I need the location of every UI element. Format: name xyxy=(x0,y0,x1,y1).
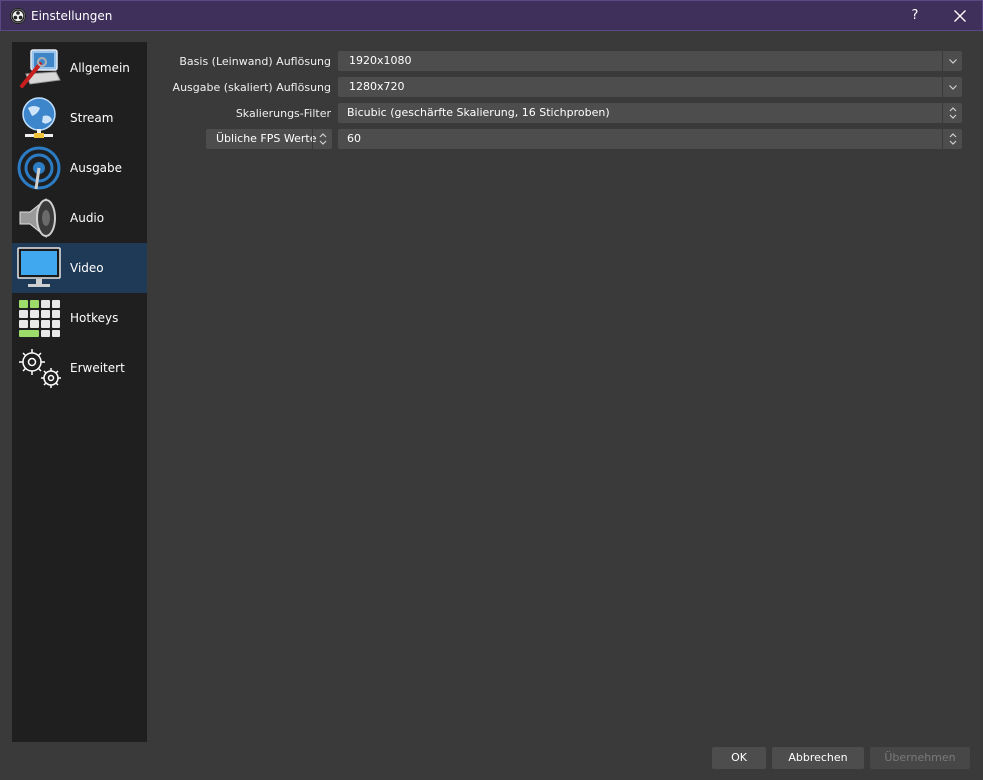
fps-type-value: Übliche FPS Werte xyxy=(216,132,317,145)
scale-filter-select[interactable]: Bicubic (geschärfte Skalierung, 16 Stich… xyxy=(338,103,962,123)
apply-button[interactable]: Übernehmen xyxy=(870,747,970,769)
monitor-icon xyxy=(16,246,62,290)
base-resolution-label: Basis (Leinwand) Auflösung xyxy=(179,55,331,68)
scale-filter-value: Bicubic (geschärfte Skalierung, 16 Stich… xyxy=(347,106,610,119)
up-down-arrows-icon xyxy=(949,107,957,119)
ok-button[interactable]: OK xyxy=(712,747,766,769)
sidebar-item-label: Audio xyxy=(70,211,105,225)
up-down-arrows-icon xyxy=(319,133,327,145)
sidebar-item-video[interactable]: Video xyxy=(12,243,147,293)
sidebar-item-label: Erweitert xyxy=(70,361,125,375)
output-resolution-label: Ausgabe (skaliert) Auflösung xyxy=(172,81,331,94)
sidebar-item-label: Video xyxy=(70,261,104,275)
settings-sidebar: Allgemein Stream Ausgabe Audio Video Hot… xyxy=(12,42,147,742)
sidebar-item-stream[interactable]: Stream xyxy=(12,93,147,143)
help-button[interactable]: ? xyxy=(901,4,929,28)
select-arrows[interactable] xyxy=(312,129,332,149)
up-down-arrows-icon xyxy=(949,133,957,145)
title-bar: Einstellungen ? xyxy=(0,0,983,31)
fps-value-select[interactable]: 60 xyxy=(338,129,962,149)
sidebar-item-general[interactable]: Allgemein xyxy=(12,43,147,93)
stream-globe-icon xyxy=(16,96,62,140)
sidebar-item-audio[interactable]: Audio xyxy=(12,193,147,243)
scale-filter-label: Skalierungs-Filter xyxy=(235,107,331,120)
sidebar-item-label: Hotkeys xyxy=(70,311,119,325)
cancel-button[interactable]: Abbrechen xyxy=(772,747,864,769)
close-icon xyxy=(954,10,966,22)
dropdown-arrow[interactable] xyxy=(942,77,962,97)
fps-type-select[interactable]: Übliche FPS Werte xyxy=(206,129,332,149)
output-resolution-combobox[interactable]: 1280x720 xyxy=(338,77,962,97)
window-title: Einstellungen xyxy=(31,9,113,23)
sidebar-item-label: Ausgabe xyxy=(70,161,123,175)
gears-icon xyxy=(16,346,62,390)
sidebar-item-hotkeys[interactable]: Hotkeys xyxy=(12,293,147,343)
output-resolution-value: 1280x720 xyxy=(349,80,405,93)
general-settings-icon xyxy=(16,46,62,90)
base-resolution-combobox[interactable]: 1920x1080 xyxy=(338,51,962,71)
sidebar-item-label: Stream xyxy=(70,111,114,125)
obs-logo-icon xyxy=(10,8,26,24)
keyboard-icon xyxy=(16,296,62,340)
dropdown-arrow[interactable] xyxy=(942,51,962,71)
select-arrows[interactable] xyxy=(942,129,962,149)
chevron-down-icon xyxy=(949,59,957,64)
speaker-icon xyxy=(16,196,62,240)
sidebar-item-advanced[interactable]: Erweitert xyxy=(12,343,147,393)
sidebar-item-label: Allgemein xyxy=(70,61,130,75)
base-resolution-value: 1920x1080 xyxy=(349,54,412,67)
close-button[interactable] xyxy=(943,3,977,29)
fps-value: 60 xyxy=(347,132,361,145)
sidebar-item-output[interactable]: Ausgabe xyxy=(12,143,147,193)
chevron-down-icon xyxy=(949,85,957,90)
output-broadcast-icon xyxy=(16,146,62,190)
select-arrows[interactable] xyxy=(942,103,962,123)
